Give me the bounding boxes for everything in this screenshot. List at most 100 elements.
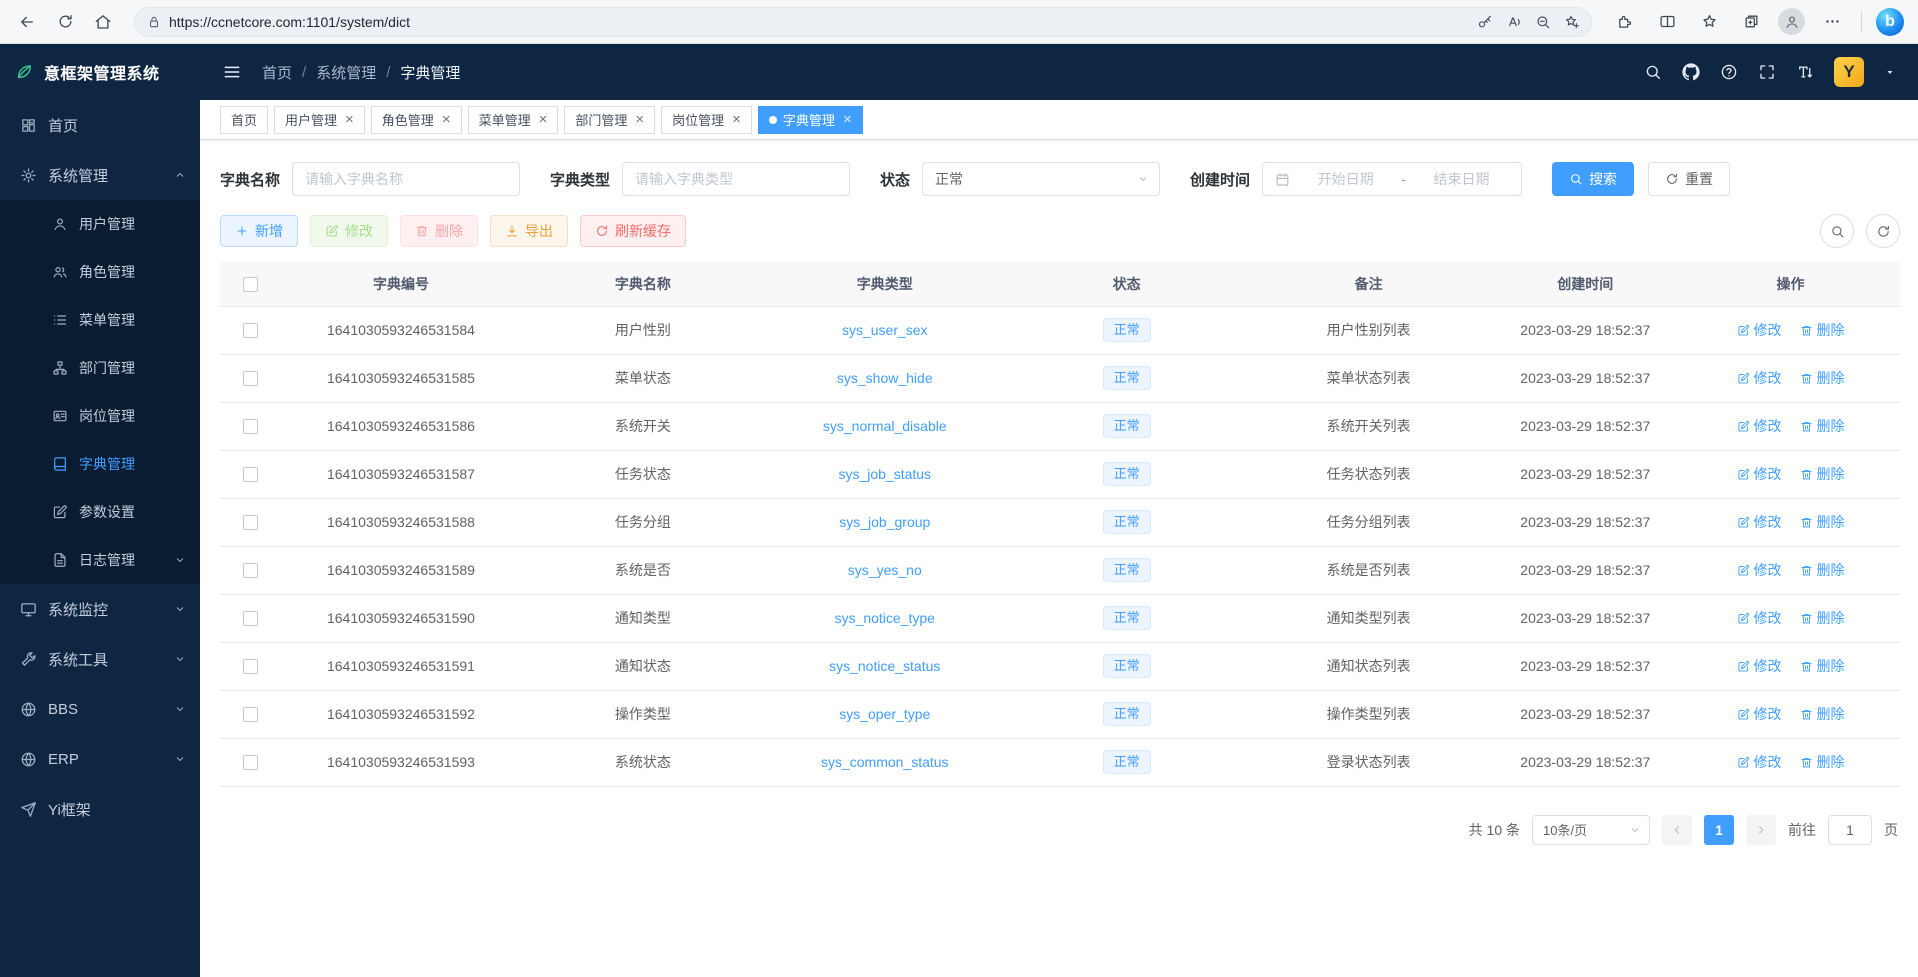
- row-delete-link[interactable]: 删除: [1800, 752, 1845, 772]
- date-range-picker[interactable]: 开始日期 - 结束日期: [1262, 162, 1522, 196]
- row-checkbox[interactable]: [243, 371, 258, 386]
- sidebar-item-user-management[interactable]: 用户管理: [0, 200, 200, 248]
- tab-close-icon[interactable]: ×: [539, 112, 548, 127]
- row-edit-link[interactable]: 修改: [1737, 368, 1782, 388]
- address-bar[interactable]: https://ccnetcore.com:1101/system/dict: [134, 7, 1592, 37]
- status-select[interactable]: 正常: [922, 162, 1160, 196]
- row-edit-link[interactable]: 修改: [1737, 512, 1782, 532]
- toggle-search-button[interactable]: [1820, 214, 1854, 248]
- tab-close-icon[interactable]: ×: [345, 112, 354, 127]
- row-checkbox[interactable]: [243, 515, 258, 530]
- zoom-indicator-button[interactable]: [1529, 8, 1556, 35]
- add-favorite-button[interactable]: [1558, 8, 1585, 35]
- delete-button[interactable]: 删除: [400, 215, 478, 247]
- search-button[interactable]: 搜索: [1552, 162, 1634, 196]
- tab-close-icon[interactable]: ×: [843, 112, 852, 127]
- dict-type-link[interactable]: sys_normal_disable: [823, 418, 947, 434]
- help-button[interactable]: [1720, 63, 1738, 81]
- tab-menu-management[interactable]: 菜单管理×: [468, 106, 559, 134]
- tab-post-management[interactable]: 岗位管理×: [661, 106, 752, 134]
- bing-button[interactable]: b: [1876, 8, 1904, 36]
- row-checkbox[interactable]: [243, 419, 258, 434]
- tab-close-icon[interactable]: ×: [442, 112, 451, 127]
- tab-user-management[interactable]: 用户管理×: [274, 106, 365, 134]
- row-delete-link[interactable]: 删除: [1800, 368, 1845, 388]
- row-delete-link[interactable]: 删除: [1800, 608, 1845, 628]
- sidebar-item-param-settings[interactable]: 参数设置: [0, 488, 200, 536]
- refresh-cache-button[interactable]: 刷新缓存: [580, 215, 686, 247]
- edit-button[interactable]: 修改: [310, 215, 388, 247]
- dict-name-input[interactable]: [292, 162, 520, 196]
- row-edit-link[interactable]: 修改: [1737, 656, 1782, 676]
- tab-home[interactable]: 首页: [220, 106, 268, 134]
- dict-type-link[interactable]: sys_yes_no: [848, 562, 922, 578]
- tab-dict-management[interactable]: 字典管理×: [758, 106, 863, 134]
- dict-type-link[interactable]: sys_show_hide: [837, 370, 933, 386]
- sidebar-item-system-monitor[interactable]: 系统监控: [0, 584, 200, 634]
- tab-role-management[interactable]: 角色管理×: [371, 106, 462, 134]
- dict-type-input[interactable]: [622, 162, 850, 196]
- row-edit-link[interactable]: 修改: [1737, 752, 1782, 772]
- row-edit-link[interactable]: 修改: [1737, 320, 1782, 340]
- sidebar-item-system-management[interactable]: 系统管理: [0, 150, 200, 200]
- add-button[interactable]: 新增: [220, 215, 298, 247]
- tab-close-icon[interactable]: ×: [635, 112, 644, 127]
- sidebar-item-bbs[interactable]: BBS: [0, 684, 200, 734]
- row-delete-link[interactable]: 删除: [1800, 512, 1845, 532]
- browser-profile-avatar[interactable]: [1778, 8, 1805, 35]
- font-size-button[interactable]: [1796, 63, 1814, 81]
- sidebar-item-system-tools[interactable]: 系统工具: [0, 634, 200, 684]
- dict-type-link[interactable]: sys_notice_type: [835, 610, 935, 626]
- sidebar-item-log-management[interactable]: 日志管理: [0, 536, 200, 584]
- row-checkbox[interactable]: [243, 611, 258, 626]
- dict-type-link[interactable]: sys_notice_status: [829, 658, 940, 674]
- user-menu-caret-icon[interactable]: [1884, 66, 1896, 78]
- user-avatar[interactable]: Y: [1834, 57, 1864, 87]
- row-edit-link[interactable]: 修改: [1737, 608, 1782, 628]
- row-checkbox[interactable]: [243, 755, 258, 770]
- sidebar-item-dept-management[interactable]: 部门管理: [0, 344, 200, 392]
- dict-type-link[interactable]: sys_oper_type: [839, 706, 930, 722]
- dict-type-link[interactable]: sys_job_group: [839, 514, 930, 530]
- select-all-checkbox[interactable]: [243, 277, 258, 292]
- row-checkbox[interactable]: [243, 467, 258, 482]
- export-button[interactable]: 导出: [490, 215, 568, 247]
- sidebar-item-dict-management[interactable]: 字典管理: [0, 440, 200, 488]
- row-delete-link[interactable]: 删除: [1800, 704, 1845, 724]
- browser-home-button[interactable]: [86, 5, 120, 39]
- refresh-table-button[interactable]: [1866, 214, 1900, 248]
- fullscreen-button[interactable]: [1758, 63, 1776, 81]
- row-edit-link[interactable]: 修改: [1737, 416, 1782, 436]
- row-delete-link[interactable]: 删除: [1800, 416, 1845, 436]
- read-aloud-button[interactable]: [1500, 8, 1527, 35]
- collapse-sidebar-button[interactable]: [222, 62, 242, 82]
- extensions-button[interactable]: [1610, 7, 1640, 37]
- row-edit-link[interactable]: 修改: [1737, 464, 1782, 484]
- next-page-button[interactable]: [1746, 815, 1776, 845]
- reset-button[interactable]: 重置: [1648, 162, 1730, 196]
- breadcrumb-item[interactable]: 首页: [262, 62, 292, 83]
- tab-dept-management[interactable]: 部门管理×: [564, 106, 655, 134]
- page-number-button[interactable]: 1: [1704, 815, 1734, 845]
- row-edit-link[interactable]: 修改: [1737, 704, 1782, 724]
- browser-menu-button[interactable]: [1817, 7, 1847, 37]
- sidebar-item-post-management[interactable]: 岗位管理: [0, 392, 200, 440]
- github-button[interactable]: [1682, 63, 1700, 81]
- refresh-button[interactable]: [48, 5, 82, 39]
- header-search-button[interactable]: [1644, 63, 1662, 81]
- sidebar-item-erp[interactable]: ERP: [0, 734, 200, 784]
- dict-type-link[interactable]: sys_common_status: [821, 754, 949, 770]
- prev-page-button[interactable]: [1662, 815, 1692, 845]
- row-delete-link[interactable]: 删除: [1800, 464, 1845, 484]
- favorites-button[interactable]: [1694, 7, 1724, 37]
- row-delete-link[interactable]: 删除: [1800, 656, 1845, 676]
- sidebar-item-role-management[interactable]: 角色管理: [0, 248, 200, 296]
- app-logo[interactable]: 意框架管理系统: [0, 44, 200, 100]
- dict-type-link[interactable]: sys_user_sex: [842, 322, 928, 338]
- breadcrumb-item[interactable]: 系统管理: [316, 62, 376, 83]
- page-size-select[interactable]: 10条/页: [1532, 815, 1650, 845]
- goto-page-input[interactable]: [1828, 815, 1872, 845]
- split-screen-button[interactable]: [1652, 7, 1682, 37]
- back-button[interactable]: [10, 5, 44, 39]
- row-checkbox[interactable]: [243, 659, 258, 674]
